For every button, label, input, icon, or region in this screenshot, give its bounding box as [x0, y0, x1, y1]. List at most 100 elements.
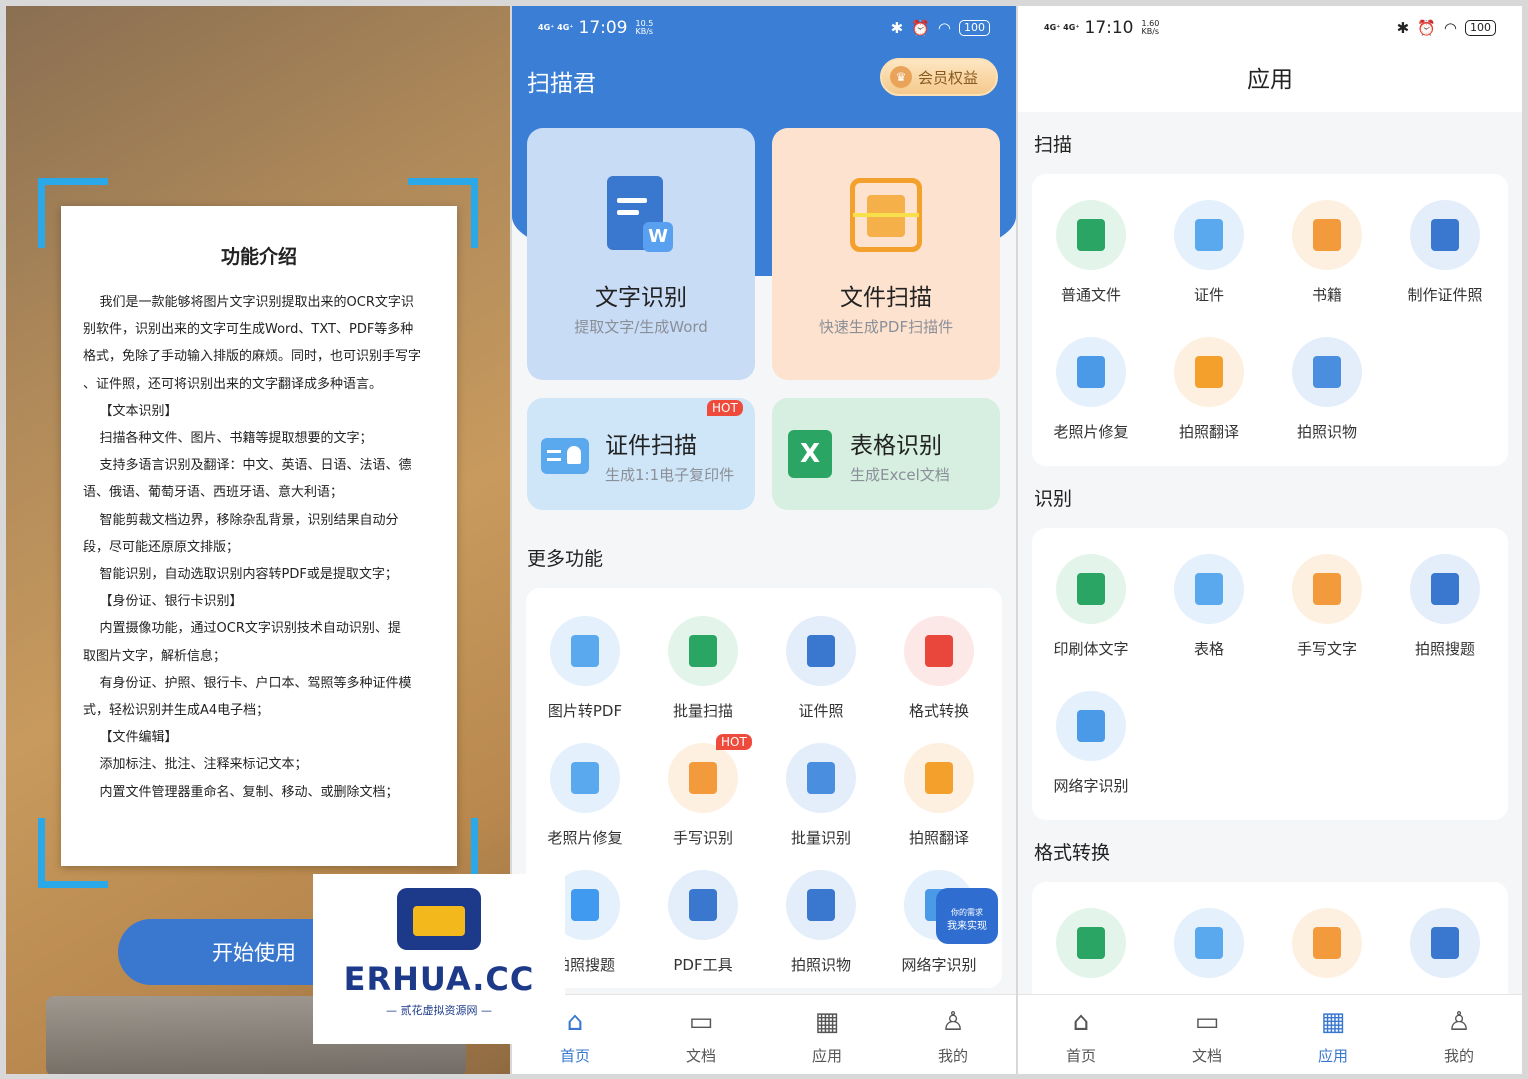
signal-icon: 4G⁺ 4G⁺ [538, 23, 574, 32]
bottom-tab-bar: ⌂ 首页 ▭ 文档 ▦ 应用 ♙ 我的 [512, 994, 1016, 1074]
home-icon: ⌂ [1072, 1007, 1090, 1037]
tab-apps[interactable]: ▦ 应用 [1270, 995, 1396, 1074]
vip-label: 会员权益 [918, 68, 979, 87]
function-item[interactable]: 普通文件 [1032, 200, 1150, 305]
request-badge[interactable]: 你的需求 我来实现 [936, 888, 998, 944]
tab-documents[interactable]: ▭ 文档 [638, 995, 764, 1074]
tab-apps[interactable]: ▦ 应用 [764, 995, 890, 1074]
function-label: 拍照翻译 [1178, 423, 1239, 441]
wifi-icon: ◠ [937, 19, 951, 37]
function-item[interactable]: 拍照翻译 [1150, 337, 1268, 442]
card-text-recognition[interactable]: W 文字识别 提取文字/生成Word [527, 128, 755, 380]
function-item[interactable]: 批量识别 [762, 743, 880, 848]
function-item[interactable]: 格式转换 [880, 616, 998, 721]
function-label: 表格 [1193, 640, 1224, 658]
page-title: 应用 [1247, 67, 1293, 93]
status-bar: 4G⁺ 4G⁺ 17:09 10.5 KB/s ✱ ⏰ ◠ 100 [512, 6, 1016, 50]
function-label: 书籍 [1311, 286, 1342, 304]
function-item[interactable]: 表格 [1150, 554, 1268, 659]
card-id-scan[interactable]: 证件扫描 生成1:1电子复印件 HOT [527, 398, 755, 510]
app-item-icon [1174, 554, 1244, 624]
function-item[interactable]: 老照片修复 [1032, 337, 1150, 442]
function-label: 网络字识别 [1053, 777, 1129, 795]
card-title: 文字识别 [595, 285, 687, 311]
function-label: 证件照 [798, 702, 844, 720]
function-item[interactable]: 图片转PDF [526, 616, 644, 721]
home-screen: 4G⁺ 4G⁺ 17:09 10.5 KB/s ✱ ⏰ ◠ 100 扫描君 ♛ … [512, 6, 1016, 1074]
function-item[interactable]: 书籍 [1268, 200, 1386, 305]
net-speed: 10.5 KB/s [635, 19, 654, 36]
section-grid: 普通文件 证件 书籍 制作证件照老照片修复 拍照翻译 拍照识物 [1032, 174, 1508, 466]
tab-label: 应用 [811, 1047, 842, 1065]
word-file-icon: W [607, 176, 673, 252]
format-convert-icon [904, 616, 974, 686]
tab-home[interactable]: ⌂ 首页 [1018, 995, 1144, 1074]
app-item-icon [1174, 908, 1244, 978]
function-label: 制作证件照 [1407, 286, 1483, 304]
function-label: 拍照识物 [1296, 423, 1357, 441]
function-item[interactable]: 手写文字 [1268, 554, 1386, 659]
translate-icon [904, 743, 974, 813]
app-item-icon [1174, 200, 1244, 270]
function-item[interactable]: 拍照识物 [1268, 337, 1386, 442]
app-item-icon [1056, 691, 1126, 761]
app-item-icon [1292, 337, 1362, 407]
function-item[interactable]: 印刷体文字 [1032, 554, 1150, 659]
tab-documents[interactable]: ▭ 文档 [1144, 995, 1270, 1074]
status-time: 17:10 [1084, 18, 1134, 38]
app-item-icon [1174, 337, 1244, 407]
watermark: ERHUA.CC — 贰花虚拟资源网 — [313, 874, 565, 1044]
section-title: 格式转换 [1034, 842, 1111, 864]
app-item-icon [1056, 337, 1126, 407]
bluetooth-icon: ✱ [1396, 19, 1410, 37]
doc-title: 功能介绍 [220, 246, 297, 268]
function-item[interactable]: 老照片修复 [526, 743, 644, 848]
handwriting-icon [668, 743, 738, 813]
function-item[interactable]: 拍照搜题 [1386, 554, 1504, 659]
more-functions-grid: 图片转PDF 批量扫描 证件照 格式转换 老照片修复 手写识别 批量识别 拍照翻译 拍照搜题 PD… [526, 588, 1002, 988]
id-photo-icon [786, 616, 856, 686]
function-item[interactable]: 拍照翻译 [880, 743, 998, 848]
folder-icon: ▭ [1194, 1007, 1220, 1037]
function-label: 印刷体文字 [1053, 640, 1129, 658]
card-title: 文件扫描 [840, 285, 932, 311]
battery-icon: 100 [959, 20, 990, 36]
function-item[interactable]: 网络字识别 [1032, 691, 1150, 796]
function-item[interactable]: 证件照 [762, 616, 880, 721]
function-label: 拍照识物 [790, 956, 851, 974]
function-item[interactable]: 证件 [1150, 200, 1268, 305]
card-subtitle: 提取文字/生成Word [574, 318, 708, 336]
watermark-sub: — 贰花虚拟资源网 — [386, 1004, 492, 1017]
app-item-icon [1056, 554, 1126, 624]
crown-icon: ♛ [890, 66, 912, 88]
function-label: 证件 [1193, 286, 1224, 304]
briefcase-logo-icon [397, 888, 481, 950]
app-item-icon [1056, 200, 1126, 270]
card-document-scan[interactable]: 文件扫描 快速生成PDF扫描件 [772, 128, 1000, 380]
net-speed: 1.60 KB/s [1141, 19, 1160, 36]
tab-label: 我的 [1443, 1047, 1474, 1065]
app-item-icon [1292, 554, 1362, 624]
more-functions-title: 更多功能 [527, 548, 604, 570]
function-item[interactable]: 手写识别 [644, 743, 762, 848]
card-table-recognition[interactable]: X 表格识别 生成Excel文档 [772, 398, 1000, 510]
section-grid: 印刷体文字 表格 手写文字 拍照搜题网络字识别 [1032, 528, 1508, 820]
tab-mine[interactable]: ♙ 我的 [1396, 995, 1522, 1074]
vip-button[interactable]: ♛ 会员权益 [880, 58, 998, 96]
function-item[interactable]: PDF工具 [644, 870, 762, 975]
app-item-icon [1410, 908, 1480, 978]
function-label: 老照片修复 [1053, 423, 1129, 441]
function-item[interactable]: 拍照识物 [762, 870, 880, 975]
batch-scan-icon [668, 616, 738, 686]
function-item[interactable]: 制作证件照 [1386, 200, 1504, 305]
folder-icon: ▭ [688, 1007, 714, 1037]
app-item-icon [1410, 200, 1480, 270]
apps-icon: ▦ [1320, 1007, 1346, 1037]
function-item[interactable]: 批量扫描 [644, 616, 762, 721]
tab-mine[interactable]: ♙ 我的 [890, 995, 1016, 1074]
status-time: 17:09 [578, 18, 628, 38]
app-item-icon [1056, 908, 1126, 978]
function-label: 拍照翻译 [908, 829, 969, 847]
user-icon: ♙ [1447, 1007, 1471, 1037]
doc-body: 我们是一款能够将图片文字识别提取出来的OCR文字识 别软件，识别出来的文字可生成… [83, 295, 422, 800]
